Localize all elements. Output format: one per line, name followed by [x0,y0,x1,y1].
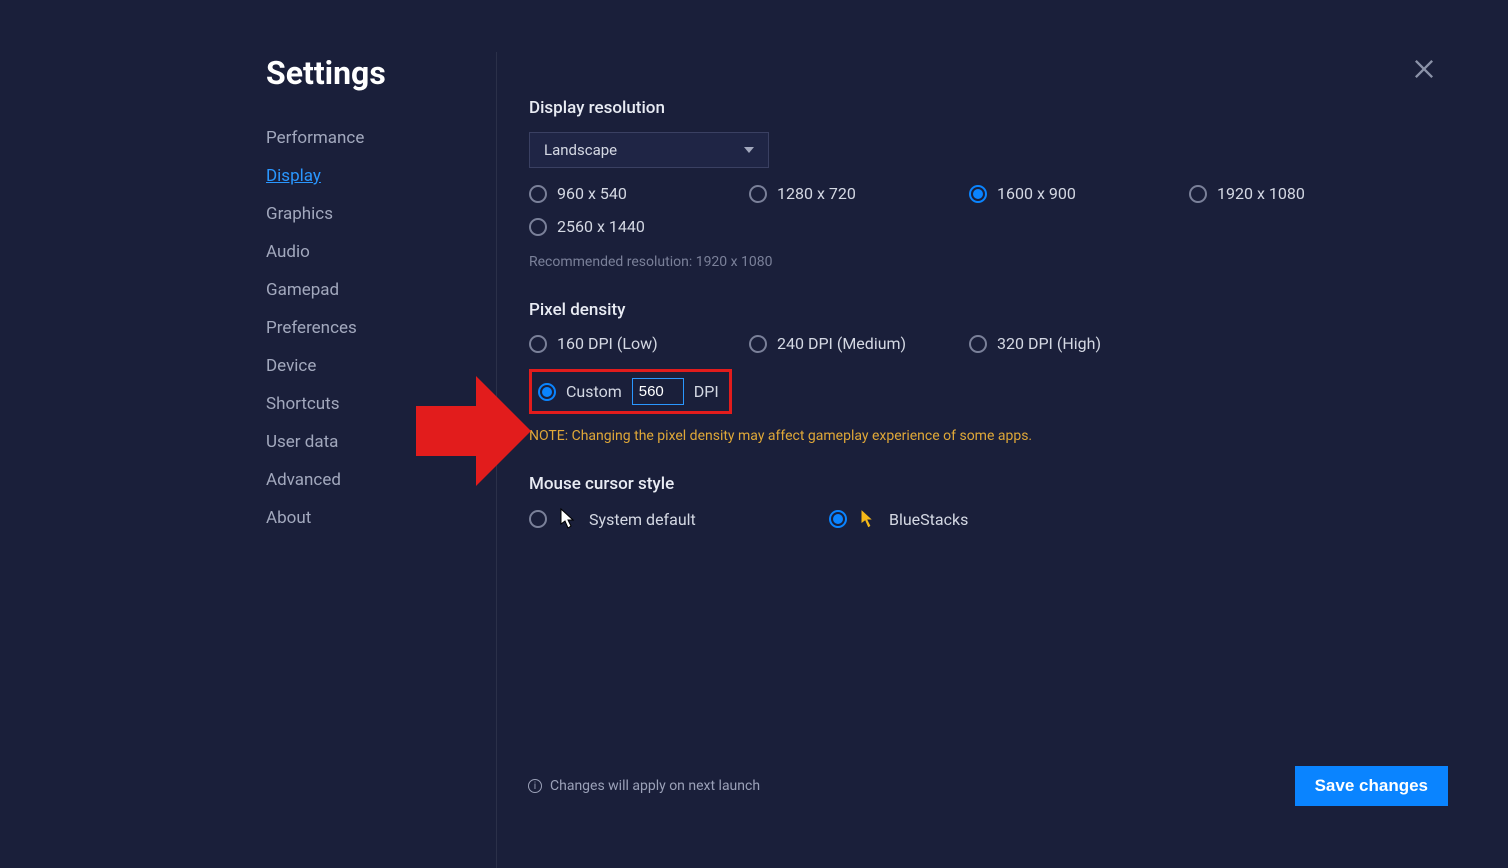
save-changes-button[interactable]: Save changes [1295,766,1448,806]
pixel-density-note: NOTE: Changing the pixel density may aff… [529,428,1448,444]
dpi-radio-160[interactable]: 160 DPI (Low) [529,334,749,353]
sidebar-item-user-data[interactable]: User data [266,432,496,452]
resolution-radio-1600x900[interactable]: 1600 x 900 [969,184,1189,203]
resolution-radio-1920x1080[interactable]: 1920 x 1080 [1189,184,1409,203]
radio-icon [969,185,987,203]
dpi-radio-320[interactable]: 320 DPI (High) [969,334,1189,353]
sidebar-item-shortcuts[interactable]: Shortcuts [266,394,496,414]
sidebar-item-gamepad[interactable]: Gamepad [266,280,496,300]
section-pixel-density: Pixel density 160 DPI (Low) 240 DPI (Med… [529,300,1448,444]
section-title: Display resolution [529,98,1448,118]
radio-icon [529,510,547,528]
recommended-resolution-hint: Recommended resolution: 1920 x 1080 [529,254,1448,270]
sidebar-item-performance[interactable]: Performance [266,128,496,148]
orientation-dropdown[interactable]: Landscape [529,132,769,168]
section-display-resolution: Display resolution Landscape 960 x 540 1… [529,98,1448,270]
resolution-radio-2560x1440[interactable]: 2560 x 1440 [529,217,749,236]
dpi-radio-240[interactable]: 240 DPI (Medium) [749,334,969,353]
radio-icon [538,383,556,401]
sidebar-item-advanced[interactable]: Advanced [266,470,496,490]
radio-icon [969,335,987,353]
sidebar-item-preferences[interactable]: Preferences [266,318,496,338]
dpi-unit-label: DPI [694,382,719,401]
cursor-system-icon [559,508,577,530]
radio-icon [829,510,847,528]
cursor-radio-bluestacks[interactable]: BlueStacks [829,508,1129,530]
radio-icon [749,335,767,353]
chevron-down-icon [744,147,754,153]
dpi-custom-container: Custom DPI [529,369,732,414]
section-mouse-cursor: Mouse cursor style System default BlueSt… [529,474,1448,544]
section-title: Pixel density [529,300,1448,320]
radio-icon [529,335,547,353]
section-title: Mouse cursor style [529,474,1448,494]
footer-note: i Changes will apply on next launch [528,778,760,794]
sidebar-item-device[interactable]: Device [266,356,496,376]
sidebar-item-audio[interactable]: Audio [266,242,496,262]
radio-icon [529,185,547,203]
orientation-selected: Landscape [544,141,617,159]
resolution-radio-1280x720[interactable]: 1280 x 720 [749,184,969,203]
dpi-radio-custom[interactable]: Custom [538,382,622,401]
radio-icon [1189,185,1207,203]
sidebar-item-about[interactable]: About [266,508,496,528]
radio-icon [749,185,767,203]
sidebar-item-display[interactable]: Display [266,166,496,186]
info-icon: i [528,779,542,793]
cursor-bluestacks-icon [859,508,877,530]
cursor-radio-system[interactable]: System default [529,508,829,530]
custom-dpi-input[interactable] [632,378,684,405]
settings-sidebar: Performance Display Graphics Audio Gamep… [0,52,497,868]
sidebar-item-graphics[interactable]: Graphics [266,204,496,224]
resolution-radio-960x540[interactable]: 960 x 540 [529,184,749,203]
radio-icon [529,218,547,236]
